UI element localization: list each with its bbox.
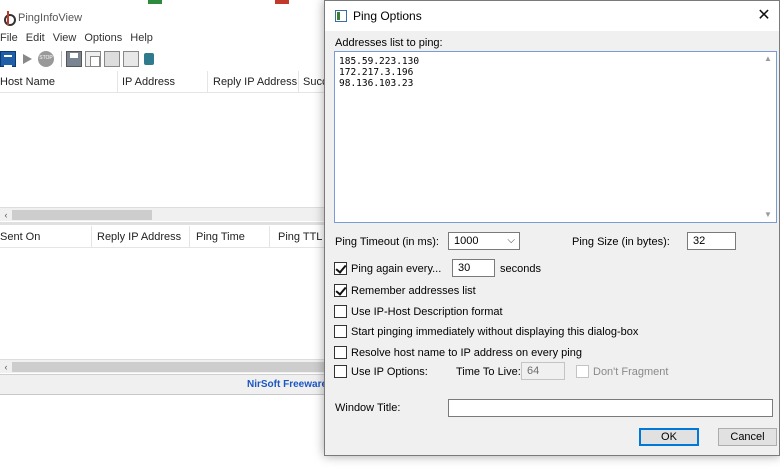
dialog-titlebar[interactable]: Ping Options ✕: [325, 1, 779, 31]
cancel-button[interactable]: Cancel: [718, 428, 777, 446]
use-ip-options-checkbox[interactable]: [334, 365, 347, 378]
dont-fragment-checkbox[interactable]: [576, 365, 589, 378]
scroll-left-icon[interactable]: ‹: [0, 208, 12, 222]
red-indicator: [275, 0, 289, 4]
seconds-label: seconds: [500, 263, 541, 275]
ttl-label: Time To Live:: [456, 366, 521, 378]
ping-again-interval-input[interactable]: 30: [452, 259, 495, 277]
ping-again-checkbox[interactable]: [334, 262, 347, 275]
addresses-list: 185.59.223.130 172.217.3.196 98.136.103.…: [335, 56, 419, 89]
ip-host-format-label: Use IP-Host Description format: [351, 306, 503, 318]
column-host-name[interactable]: Host Name: [0, 71, 118, 93]
toolbar: [0, 50, 161, 68]
column-ping-ttl[interactable]: Ping TTL: [270, 226, 330, 248]
copy-icon[interactable]: [85, 51, 101, 67]
top-horizontal-scrollbar[interactable]: ‹: [0, 207, 330, 221]
main-titlebar: PingInfoView: [0, 8, 330, 28]
dont-fragment-label: Don't Fragment: [593, 366, 669, 378]
ttl-input[interactable]: 64: [521, 362, 565, 380]
close-icon[interactable]: ✕: [749, 1, 779, 31]
ping-size-input[interactable]: 32: [687, 232, 736, 250]
address-line: 185.59.223.130: [339, 56, 420, 67]
main-window-title: PingInfoView: [18, 12, 83, 24]
remember-addresses-checkbox[interactable]: [334, 284, 347, 297]
play-icon[interactable]: [19, 51, 35, 67]
ok-button[interactable]: OK: [639, 428, 699, 446]
resolve-hostname-label: Resolve host name to IP address on every…: [351, 347, 582, 359]
dialog-window-icon: [335, 10, 347, 22]
start-immediately-checkbox[interactable]: [334, 325, 347, 338]
nirsoft-link[interactable]: NirSoft Freeware: [247, 379, 327, 390]
column-ping-time[interactable]: Ping Time: [190, 226, 270, 248]
ping-timeout-value: 1000: [454, 235, 479, 247]
ping-size-label: Ping Size (in bytes):: [572, 236, 670, 248]
addresses-textarea[interactable]: 185.59.223.130 172.217.3.196 98.136.103.…: [334, 51, 777, 223]
menu-bar: File Edit View Options Help: [0, 32, 161, 48]
addresses-label: Addresses list to ping:: [335, 37, 443, 49]
menu-help[interactable]: Help: [130, 32, 161, 48]
pinginfoview-app-icon: [1, 11, 16, 26]
pane-splitter[interactable]: [0, 222, 330, 225]
bottom-horizontal-scrollbar[interactable]: ‹: [0, 359, 330, 373]
remember-addresses-label: Remember addresses list: [351, 285, 476, 297]
chevron-down-icon: ⌵: [507, 235, 515, 246]
menu-file[interactable]: File: [0, 32, 26, 48]
save-icon[interactable]: [66, 51, 82, 67]
column-reply-ip-address-2[interactable]: Reply IP Address: [92, 226, 190, 248]
menu-options[interactable]: Options: [84, 32, 130, 48]
ping-options-dialog: Ping Options ✕ Addresses list to ping: 1…: [324, 0, 780, 456]
html-report-icon[interactable]: [104, 51, 120, 67]
scroll-thumb[interactable]: [12, 362, 330, 372]
bottom-list-header: Sent On Reply IP Address Ping Time Ping …: [0, 226, 330, 248]
green-indicator: [148, 0, 162, 4]
window-title-input[interactable]: [448, 399, 773, 417]
chevron-down-icon[interactable]: ▼: [760, 208, 776, 222]
list-icon[interactable]: [0, 51, 16, 67]
menu-view[interactable]: View: [53, 32, 85, 48]
exit-icon[interactable]: [142, 51, 158, 67]
menu-edit[interactable]: Edit: [26, 32, 53, 48]
chevron-up-icon[interactable]: ▲: [760, 52, 776, 66]
address-line: 172.217.3.196: [339, 67, 414, 78]
start-immediately-label: Start pinging immediately without displa…: [351, 326, 639, 338]
ping-timeout-select[interactable]: 1000 ⌵: [448, 232, 520, 250]
toolbar-separator: [61, 51, 62, 67]
main-window: PingInfoView File Edit View Options Help…: [0, 0, 330, 395]
resolve-hostname-checkbox[interactable]: [334, 346, 347, 359]
status-bar: NirSoft Freeware: [0, 374, 330, 394]
top-list-header: Host Name IP Address Reply IP Address Su…: [0, 71, 330, 93]
scroll-left-icon[interactable]: ‹: [0, 360, 12, 374]
use-ip-options-label: Use IP Options:: [351, 366, 428, 378]
address-line: 98.136.103.23: [339, 78, 414, 89]
column-reply-ip-address[interactable]: Reply IP Address: [208, 71, 299, 93]
ip-host-format-checkbox[interactable]: [334, 305, 347, 318]
dialog-title: Ping Options: [353, 9, 422, 23]
column-ip-address[interactable]: IP Address: [118, 71, 208, 93]
taskbar-strip: [0, 0, 330, 4]
scroll-thumb[interactable]: [12, 210, 152, 220]
window-title-label: Window Title:: [335, 402, 401, 414]
column-sent-on[interactable]: Sent On: [0, 226, 92, 248]
ping-timeout-label: Ping Timeout (in ms):: [335, 236, 439, 248]
stop-icon[interactable]: [38, 51, 54, 67]
properties-icon[interactable]: [123, 51, 139, 67]
addresses-vertical-scrollbar[interactable]: ▲ ▼: [760, 52, 776, 222]
ping-again-label: Ping again every...: [351, 263, 442, 275]
